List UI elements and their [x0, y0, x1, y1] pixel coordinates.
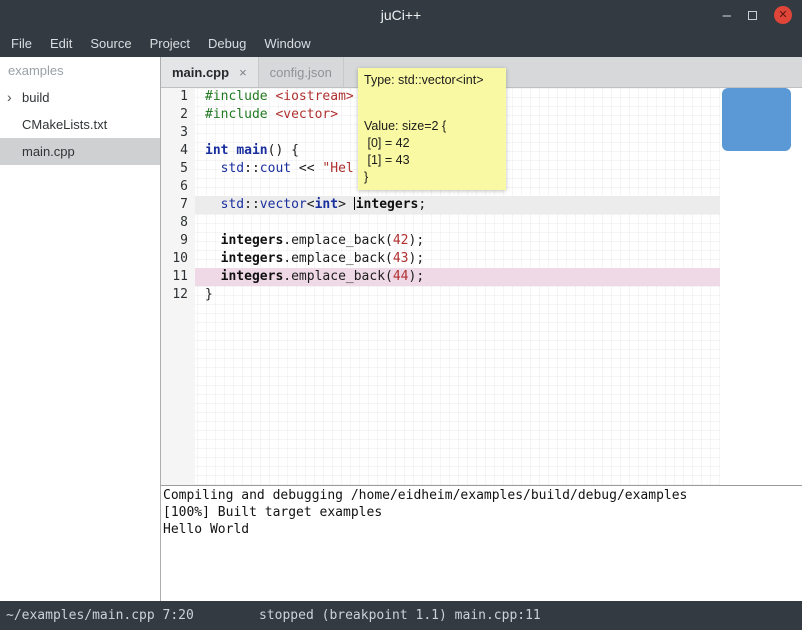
tree-item-build[interactable]: › build	[0, 84, 160, 111]
tree-item-label: CMakeLists.txt	[22, 117, 107, 132]
window-controls: – ✕	[723, 0, 792, 30]
line-number[interactable]: 2	[161, 106, 195, 124]
menu-bar: FileEditSourceProjectDebugWindow	[0, 30, 802, 57]
tooltip-value-line: Value: size=2 {	[364, 118, 500, 135]
tooltip-value-line: }	[364, 169, 500, 186]
terminal-line: Hello World	[163, 521, 802, 538]
project-folder-label: examples	[0, 57, 160, 84]
source-map[interactable]	[720, 88, 802, 485]
tree-item-main.cpp[interactable]: main.cpp	[0, 138, 160, 165]
tooltip-value-block: Value: size=2 { [0] = 42 [1] = 43}	[364, 118, 500, 186]
line-number[interactable]: 11	[161, 268, 195, 286]
file-tree: › build CMakeLists.txt main.cpp	[0, 84, 160, 165]
menu-source[interactable]: Source	[81, 30, 140, 57]
menu-edit[interactable]: Edit	[41, 30, 81, 57]
cursor-position-status: ~/examples/main.cpp 7:20	[6, 601, 194, 630]
status-bar: ~/examples/main.cpp 7:20 stopped (breakp…	[0, 601, 802, 630]
expander-icon[interactable]: ›	[7, 84, 12, 111]
line-number[interactable]: 5	[161, 160, 195, 178]
close-icon: ✕	[778, 10, 787, 21]
text-caret	[354, 197, 355, 210]
debug-tooltip: Type: std::vector<int> Value: size=2 { […	[358, 68, 506, 190]
tab-label: main.cpp	[172, 65, 229, 80]
code-line-11: 11 integers.emplace_back(44);	[161, 268, 720, 286]
menu-project[interactable]: Project	[141, 30, 199, 57]
code-line-9: 9 integers.emplace_back(42);	[161, 232, 720, 250]
code-text[interactable]: integers.emplace_back(43);	[195, 250, 720, 268]
source-map-slider[interactable]	[722, 88, 791, 151]
line-number[interactable]: 10	[161, 250, 195, 268]
code-text[interactable]: std::vector<int> integers;	[195, 196, 720, 214]
line-number[interactable]: 1	[161, 88, 195, 106]
title-bar[interactable]: juCi++ – ✕	[0, 0, 802, 30]
code-text[interactable]: integers.emplace_back(42);	[195, 232, 720, 250]
debug-status: stopped (breakpoint 1.1) main.cpp:11	[259, 601, 541, 630]
window-title: juCi++	[0, 0, 802, 30]
output-terminal[interactable]: Compiling and debugging /home/eidheim/ex…	[161, 485, 802, 601]
minimize-button[interactable]: –	[723, 8, 731, 23]
line-number[interactable]: 6	[161, 178, 195, 196]
code-text[interactable]: integers.emplace_back(44);	[195, 268, 720, 286]
terminal-line: Compiling and debugging /home/eidheim/ex…	[163, 487, 802, 504]
code-text[interactable]	[195, 214, 720, 232]
menu-debug[interactable]: Debug	[199, 30, 255, 57]
maximize-button[interactable]	[748, 11, 757, 20]
tree-item-label: main.cpp	[22, 144, 75, 159]
tree-item-label: build	[22, 90, 49, 105]
line-number[interactable]: 8	[161, 214, 195, 232]
code-line-12: 12}	[161, 286, 720, 304]
minimize-icon: –	[723, 7, 731, 24]
line-number[interactable]: 4	[161, 142, 195, 160]
line-number[interactable]: 12	[161, 286, 195, 304]
tab-label: config.json	[270, 65, 332, 80]
tab-main.cpp[interactable]: main.cpp ×	[161, 57, 259, 87]
tab-close-icon[interactable]: ×	[239, 65, 247, 80]
code-line-10: 10 integers.emplace_back(43);	[161, 250, 720, 268]
close-button[interactable]: ✕	[774, 6, 792, 24]
code-text[interactable]: }	[195, 286, 720, 304]
terminal-line: [100%] Built target examples	[163, 504, 802, 521]
menu-window[interactable]: Window	[255, 30, 319, 57]
file-tree-panel[interactable]: examples › build CMakeLists.txt main.cpp	[0, 57, 161, 601]
line-number[interactable]: 7	[161, 196, 195, 214]
line-number[interactable]: 3	[161, 124, 195, 142]
code-line-7: 7 std::vector<int> integers;	[161, 196, 720, 214]
menu-file[interactable]: File	[2, 30, 41, 57]
tooltip-type-line: Type: std::vector<int>	[364, 72, 500, 89]
line-number[interactable]: 9	[161, 232, 195, 250]
tree-item-CMakeLists.txt[interactable]: CMakeLists.txt	[0, 111, 160, 138]
code-line-8: 8	[161, 214, 720, 232]
tab-config.json[interactable]: config.json	[259, 57, 344, 87]
tooltip-value-line: [0] = 42	[364, 135, 500, 152]
tooltip-value-line: [1] = 43	[364, 152, 500, 169]
